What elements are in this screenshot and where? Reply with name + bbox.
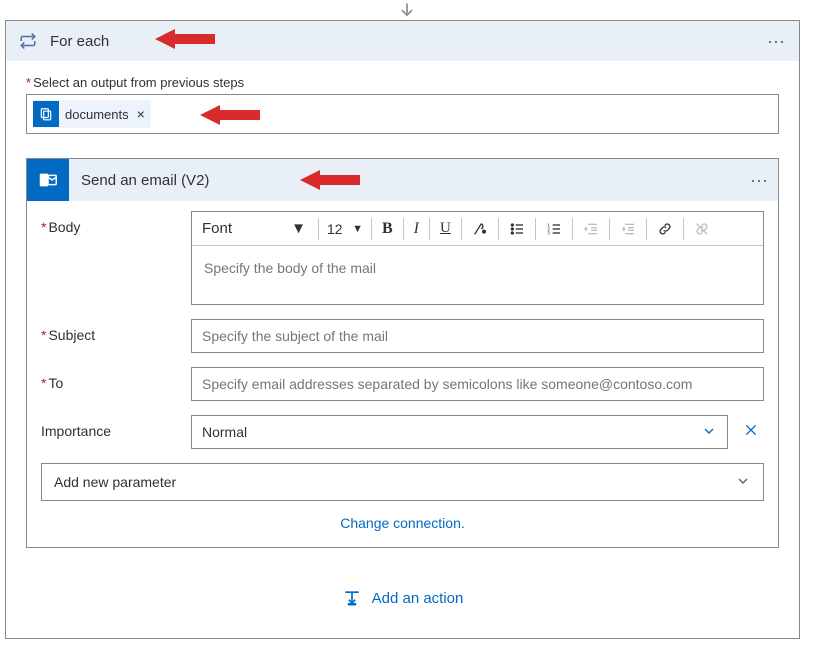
bold-button[interactable]: B [376, 215, 399, 243]
body-editor[interactable]: Font▼ 12▼ B I [191, 211, 764, 305]
add-action-button[interactable]: Add an action [26, 588, 779, 608]
importance-label: Importance [41, 415, 191, 439]
select-output-input[interactable]: documents × [26, 94, 779, 134]
importance-value: Normal [202, 424, 247, 440]
foreach-icon [14, 27, 42, 55]
select-output-label: *Select an output from previous steps [26, 75, 779, 90]
send-email-card: O Send an email (V2) ··· *Body [26, 158, 779, 548]
to-input[interactable] [191, 367, 764, 401]
importance-select[interactable]: Normal [191, 415, 728, 449]
svg-text:3: 3 [547, 230, 550, 235]
flow-arrow-down-icon [396, 2, 418, 20]
body-label: *Body [41, 211, 191, 235]
font-color-button[interactable] [466, 215, 494, 243]
send-email-menu-button[interactable]: ··· [740, 166, 778, 195]
token-documents[interactable]: documents × [33, 100, 151, 128]
foreach-card: For each ··· *Select an output from prev… [5, 20, 800, 639]
outdent-button[interactable] [577, 215, 605, 243]
bullet-list-button[interactable] [503, 215, 531, 243]
chevron-down-icon [701, 423, 717, 442]
token-label: documents [65, 107, 129, 122]
send-email-header[interactable]: O Send an email (V2) ··· [27, 159, 778, 201]
outlook-icon: O [27, 159, 69, 201]
svg-text:O: O [41, 176, 48, 185]
add-action-icon [342, 588, 362, 608]
font-family-select[interactable]: Font▼ [194, 215, 314, 243]
chevron-down-icon [735, 473, 751, 492]
add-parameter-select[interactable]: Add new parameter [41, 463, 764, 501]
token-source-icon [33, 101, 59, 127]
importance-clear-button[interactable] [738, 422, 764, 443]
foreach-menu-button[interactable]: ··· [761, 27, 791, 56]
body-textarea[interactable]: Specify the body of the mail [192, 246, 763, 304]
unlink-button[interactable] [688, 215, 716, 243]
to-label: *To [41, 367, 191, 391]
italic-button[interactable]: I [408, 215, 425, 243]
subject-label: *Subject [41, 319, 191, 343]
required-asterisk: * [26, 75, 31, 90]
add-parameter-label: Add new parameter [54, 474, 176, 490]
foreach-title: For each [50, 33, 109, 50]
send-email-title: Send an email (V2) [81, 172, 209, 189]
underline-button[interactable]: U [434, 215, 457, 243]
font-size-select[interactable]: 12▼ [323, 215, 367, 243]
indent-button[interactable] [614, 215, 642, 243]
link-button[interactable] [651, 215, 679, 243]
add-action-label: Add an action [372, 590, 464, 607]
change-connection-link[interactable]: Change connection. [41, 501, 764, 541]
rte-toolbar: Font▼ 12▼ B I [192, 212, 763, 246]
select-output-text: Select an output from previous steps [33, 75, 244, 90]
token-remove-icon[interactable]: × [137, 106, 145, 122]
subject-input[interactable] [191, 319, 764, 353]
number-list-button[interactable]: 123 [540, 215, 568, 243]
foreach-header[interactable]: For each ··· [6, 21, 799, 61]
